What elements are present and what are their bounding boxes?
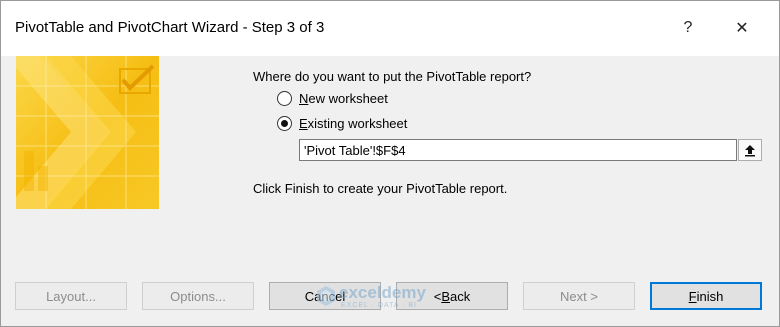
location-reference-input[interactable]: 'Pivot Table'!$F$4 [299,139,737,161]
existing-worksheet-label: Existing worksheet [299,116,408,131]
options-button[interactable]: Options... [142,282,254,310]
existing-worksheet-radio[interactable] [277,116,292,131]
pivot-wizard-dialog: PivotTable and PivotChart Wizard - Step … [0,0,780,327]
layout-button[interactable]: Layout... [15,282,127,310]
wizard-illustration-graphic [16,56,159,209]
window-title: PivotTable and PivotChart Wizard - Step … [15,19,325,36]
collapse-dialog-button[interactable] [738,139,762,161]
location-question: Where do you want to put the PivotTable … [253,69,532,84]
help-button[interactable]: ? [665,11,711,45]
back-button[interactable]: < Back [396,282,508,310]
new-worksheet-radio[interactable] [277,91,292,106]
collapse-dialog-icon [745,144,755,156]
new-worksheet-label: New worksheet [299,91,388,106]
help-icon: ? [683,19,693,36]
close-button[interactable]: ✕ [719,11,765,45]
finish-button[interactable]: Finish [650,282,762,310]
new-worksheet-option[interactable]: New worksheet [277,91,388,106]
cancel-button[interactable]: Cancel [269,282,381,310]
title-bar: PivotTable and PivotChart Wizard - Step … [1,1,779,57]
finish-hint: Click Finish to create your PivotTable r… [253,181,508,196]
wizard-illustration [16,56,159,209]
existing-worksheet-option[interactable]: Existing worksheet [277,116,407,131]
close-icon: ✕ [735,20,749,37]
next-button[interactable]: Next > [523,282,635,310]
